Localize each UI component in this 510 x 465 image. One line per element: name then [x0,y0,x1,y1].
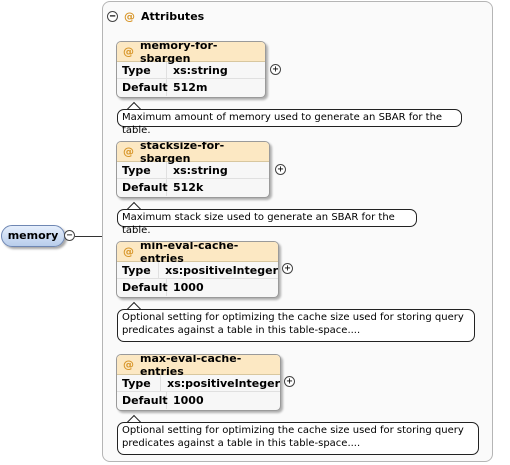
attribute-card-title: @ max-eval-cache-entries [117,354,280,378]
attribute-type-row: Type xs:string [117,162,269,179]
type-value: xs:string [173,63,228,77]
attribute-default-row: Default 1000 [117,279,278,296]
attribute-icon: @ [123,145,134,158]
attributes-collapse-button[interactable]: − [107,10,118,22]
attribute-type-row: Type xs:positiveInteger [117,375,280,392]
type-label: Type [117,262,160,278]
default-value: 512m [173,81,208,94]
type-value: xs:string [173,163,228,177]
attribute-note: Optional setting for optimizing the cach… [117,422,479,455]
root-connector-line [75,236,102,237]
attribute-type-row: Type xs:string [117,62,265,79]
default-value: 1000 [173,394,204,407]
attribute-type-row: Type xs:positiveInteger [117,262,278,279]
attribute-default-row: Default 512k [117,179,269,196]
root-element-label: memory [7,229,59,242]
attribute-icon: @ [123,45,134,58]
root-element-node[interactable]: memory [1,225,65,247]
attribute-note: Maximum amount of memory used to generat… [117,109,462,136]
default-label: Default [117,79,168,96]
attribute-name: max-eval-cache-entries [140,354,242,378]
attribute-note: Maximum stack size used to generate an S… [117,209,417,236]
type-value: xs:positiveInteger [167,376,280,390]
attribute-name: min-eval-cache-entries [140,241,239,265]
attributes-group-title: Attributes [141,9,205,23]
expand-button[interactable]: + [270,64,281,75]
attribute-icon: @ [123,245,134,258]
attribute-card-title: @ memory-for-sbargen [117,41,265,65]
attribute-icon: @ [124,9,135,23]
expand-button[interactable]: + [284,376,295,387]
default-label: Default [117,279,168,296]
root-collapse-button[interactable]: − [64,230,75,241]
type-label: Type [117,62,167,78]
attribute-card-max-eval-cache-entries[interactable]: @ max-eval-cache-entries Type xs:positiv… [116,354,281,411]
default-value: 1000 [173,281,204,294]
type-label: Type [117,375,162,391]
attribute-card-title: @ min-eval-cache-entries [117,241,278,265]
default-label: Default [117,392,168,409]
attribute-card-stacksize-for-sbargen[interactable]: @ stacksize-for-sbargen Type xs:string D… [116,141,270,198]
type-label: Type [117,162,167,178]
attribute-name: stacksize-for-sbargen [140,141,225,165]
attribute-card-min-eval-cache-entries[interactable]: @ min-eval-cache-entries Type xs:positiv… [116,241,279,298]
attribute-icon: @ [123,358,134,371]
type-value: xs:positiveInteger [165,263,278,277]
attribute-card-title: @ stacksize-for-sbargen [117,141,269,165]
attribute-default-row: Default 512m [117,79,265,96]
attribute-name: memory-for-sbargen [140,41,218,65]
default-value: 512k [173,181,204,194]
attribute-default-row: Default 1000 [117,392,280,409]
attribute-note: Optional setting for optimizing the cach… [117,309,475,342]
default-label: Default [117,179,168,196]
attribute-card-memory-for-sbargen[interactable]: @ memory-for-sbargen Type xs:string Defa… [116,41,266,98]
expand-button[interactable]: + [282,263,293,274]
attributes-group-header: − @ Attributes [107,8,204,24]
expand-button[interactable]: + [275,164,286,175]
